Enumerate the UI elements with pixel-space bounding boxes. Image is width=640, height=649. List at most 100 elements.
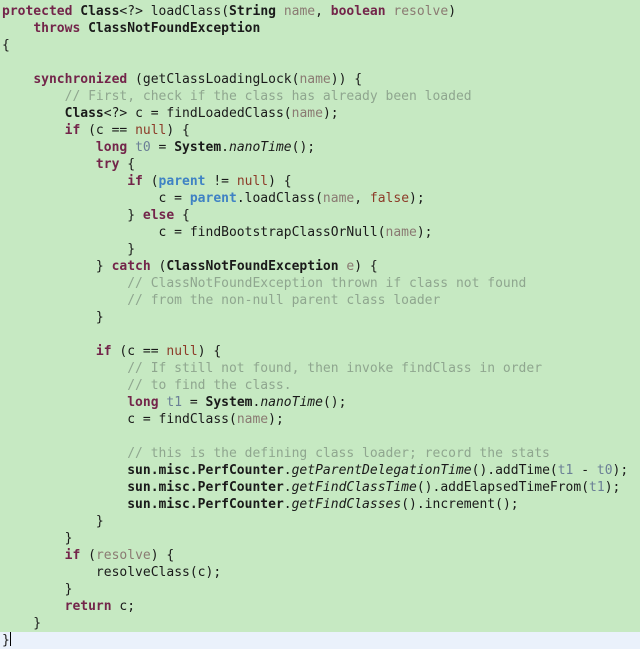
code-token-plain: );: [409, 191, 425, 206]
code-token-plain: (c ==: [111, 344, 167, 359]
code-line[interactable]: } else {: [0, 207, 640, 224]
code-token-plain: ().: [471, 463, 496, 478]
code-line[interactable]: long t0 = System.nanoTime();: [0, 139, 640, 156]
code-line[interactable]: protected Class<?> loadClass(String name…: [0, 3, 640, 20]
code-line[interactable]: } catch (ClassNotFoundException e) {: [0, 258, 640, 275]
code-token-plain: ): [448, 4, 457, 19]
code-line[interactable]: }: [0, 513, 640, 530]
code-line[interactable]: // First, check if the class has already…: [0, 88, 640, 105]
code-token-plain: .: [236, 191, 245, 206]
code-token-plain: (c ==: [80, 123, 136, 138]
code-line[interactable]: // ClassNotFoundException thrown if clas…: [0, 275, 640, 292]
code-line[interactable]: sun.misc.PerfCounter.getParentDelegation…: [0, 462, 640, 479]
code-token-plain: c =: [2, 225, 190, 240]
code-token-param: name: [236, 412, 269, 427]
code-token-cmt: // this is the defining class loader; re…: [2, 446, 550, 461]
code-line[interactable]: synchronized (getClassLoadingLock(name))…: [0, 71, 640, 88]
code-token-plain: (: [221, 4, 230, 19]
code-token-plain: );: [612, 463, 629, 478]
code-token-kw: else: [142, 208, 175, 223]
code-line[interactable]: c = parent.loadClass(name, false);: [0, 190, 640, 207]
code-line[interactable]: // to find the class.: [0, 377, 640, 394]
code-line[interactable]: }: [0, 581, 640, 598]
code-line[interactable]: if (c == null) {: [0, 343, 640, 360]
code-line[interactable]: }: [0, 241, 640, 258]
text-cursor: [9, 632, 11, 646]
code-token-type: System: [205, 395, 253, 410]
code-token-field: parent: [189, 191, 237, 206]
code-line[interactable]: // If still not found, then invoke findC…: [0, 360, 640, 377]
code-token-lit: false: [369, 191, 410, 206]
code-line[interactable]: c = findBootstrapClassOrNull(name);: [0, 224, 640, 241]
code-token-plain: }: [2, 208, 143, 223]
code-text-area[interactable]: protected Class<?> loadClass(String name…: [0, 3, 640, 649]
code-token-plain: <?> c =: [103, 106, 167, 121]
code-token-plain: (: [377, 225, 386, 240]
code-line[interactable]: }: [0, 615, 640, 632]
code-line[interactable]: if (resolve) {: [0, 547, 640, 564]
code-token-static: getParentDelegationTime: [291, 463, 472, 478]
code-token-kw: boolean: [330, 4, 386, 19]
code-line[interactable]: long t1 = System.nanoTime();: [0, 394, 640, 411]
code-line[interactable]: }: [0, 309, 640, 326]
code-token-type: String: [229, 4, 276, 19]
code-line[interactable]: // this is the defining class loader; re…: [0, 445, 640, 462]
code-token-plain: (: [549, 463, 558, 478]
code-token-cmt: // First, check if the class has already…: [2, 89, 472, 104]
code-line[interactable]: if (c == null) {: [0, 122, 640, 139]
code-token-mcall: getClassLoadingLock: [142, 72, 292, 87]
code-token-plain: c =: [2, 191, 190, 206]
code-token-type: Class: [64, 106, 104, 121]
code-token-plain: .: [283, 463, 292, 478]
code-line[interactable]: sun.misc.PerfCounter.getFindClasses().in…: [0, 496, 640, 513]
code-token-plain: =: [182, 395, 206, 410]
code-token-plain: ();: [291, 140, 316, 155]
code-token-kw: long: [95, 140, 128, 155]
code-line[interactable]: {: [0, 37, 640, 54]
code-line[interactable]: Class<?> c = findLoadedClass(name);: [0, 105, 640, 122]
code-line[interactable]: return c;: [0, 598, 640, 615]
code-line[interactable]: [0, 428, 640, 445]
code-token-local: t0: [596, 463, 613, 478]
code-token-plain: ();: [495, 497, 519, 512]
code-line[interactable]: }: [0, 530, 640, 547]
code-line[interactable]: [0, 326, 640, 343]
code-token-cmt: // from the non-null parent class loader: [2, 293, 441, 308]
code-line[interactable]: try {: [0, 156, 640, 173]
code-token-param: name: [299, 72, 331, 87]
code-line[interactable]: throws ClassNotFoundException: [0, 20, 640, 37]
code-token-mcall: loadClass: [150, 4, 222, 19]
code-token-plain: }: [2, 616, 42, 631]
code-editor[interactable]: protected Class<?> loadClass(String name…: [0, 0, 640, 649]
code-token-param: name: [385, 225, 417, 240]
code-line[interactable]: sun.misc.PerfCounter.getFindClassTime().…: [0, 479, 640, 496]
code-token-kw: if: [64, 123, 81, 138]
code-token-plain: {: [174, 208, 190, 223]
code-line[interactable]: }: [0, 632, 640, 649]
code-line[interactable]: [0, 54, 640, 71]
code-line[interactable]: c = findClass(name);: [0, 411, 640, 428]
code-token-plain: .: [283, 480, 292, 495]
code-token-kw: long: [127, 395, 159, 410]
code-token-plain: (: [283, 106, 292, 121]
code-token-plain: ();: [322, 395, 347, 410]
code-token-plain: (: [80, 548, 96, 563]
code-token-static: getFindClasses: [291, 497, 402, 512]
code-line[interactable]: resolveClass(c);: [0, 564, 640, 581]
code-token-static: getFindClassTime: [291, 480, 417, 495]
code-line[interactable]: if (parent != null) {: [0, 173, 640, 190]
code-line[interactable]: // from the non-null parent class loader: [0, 292, 640, 309]
code-token-cmt: // to find the class.: [2, 378, 292, 393]
code-token-plain: }: [2, 633, 10, 648]
code-token-plain: ) {: [166, 123, 190, 138]
